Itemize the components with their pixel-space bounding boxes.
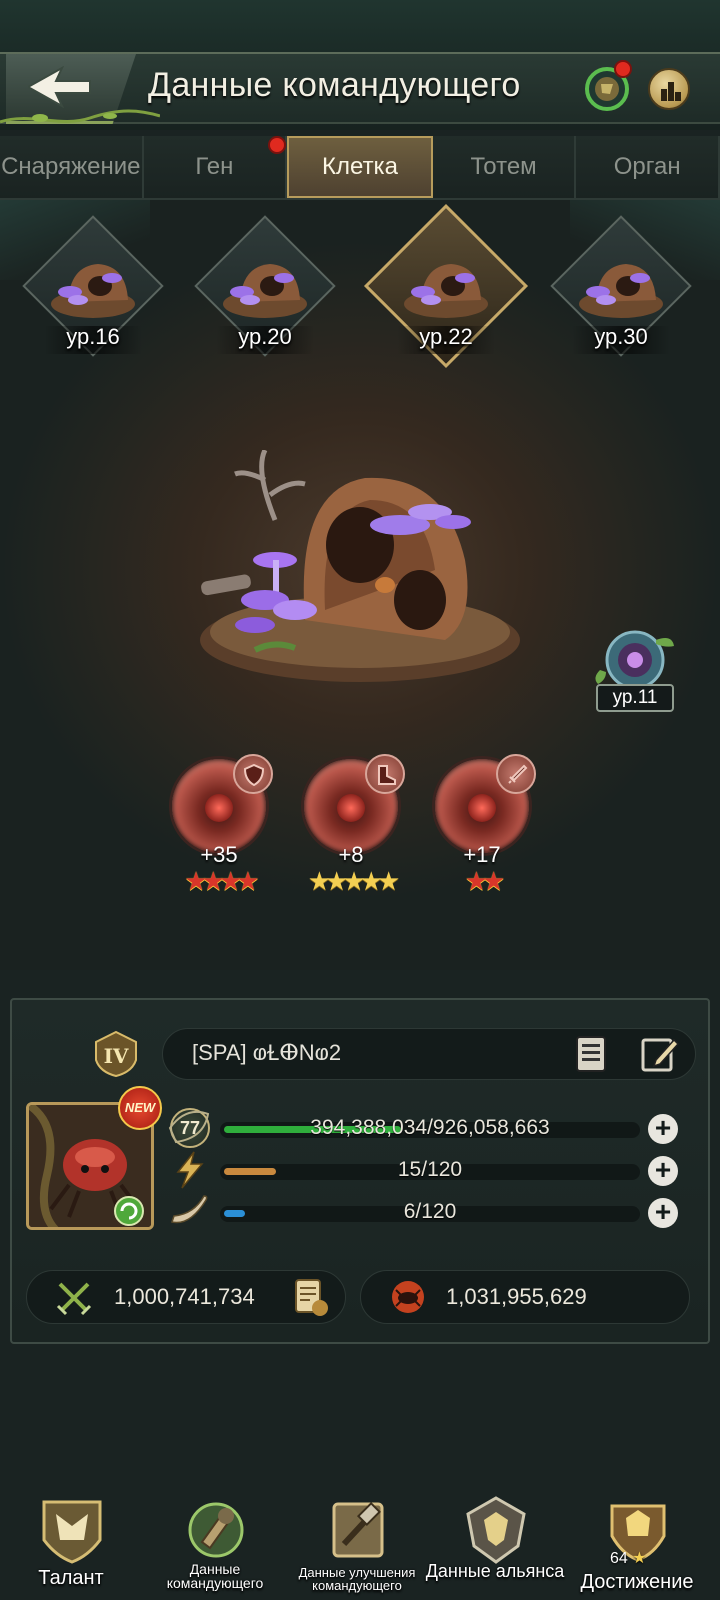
hp-stat-row: 394,388,034/926,058,663 + [220,1114,690,1144]
add-horn-button[interactable]: + [648,1198,678,1228]
organ-orb-icon [595,630,674,690]
mushroom-nest-icon [579,264,663,318]
gem-stars: ★★ [464,866,506,896]
slot-level: ур.20 [238,324,292,349]
nav-commander-data[interactable]: Данные командующего [150,1496,280,1600]
gem-bonus: +8 [338,842,364,867]
energy-value: 15/120 [397,1158,463,1181]
horn-icon [171,1195,208,1224]
gem-core [337,794,365,822]
sword-icon [496,754,536,794]
boot-icon [365,754,405,794]
talent-crest-icon [42,1500,102,1564]
cell-slot-selected[interactable]: ур.22 [363,203,529,384]
cell-slot[interactable]: ур.20 [194,215,336,384]
slot-level: ур.16 [66,324,120,349]
lightning-icon [176,1151,204,1189]
energy-stat-row: 15/120 + [220,1156,690,1186]
nav-label: Данные альянса [425,1561,565,1581]
gem-core [205,794,233,822]
power-details-scroll-button[interactable] [290,1276,330,1318]
new-badge: NEW [118,1086,162,1130]
category-tabs: Снаряжение Ген Клетка Тотем Орган [0,136,720,200]
cell-nest-illustration [200,450,520,682]
gem-slot[interactable]: +8 ★★★★★ [297,754,405,906]
horn-value: 6/120 [403,1200,457,1223]
kills-value: 1,031,955,629 [446,1284,587,1309]
cell-scene: ур.16 ур.20 ур.22 ур.30 ур.11 +35 ★★★★ +… [0,200,720,970]
notification-dot [614,60,632,78]
tab-totem[interactable]: Тотем [432,136,577,198]
slot-level: ур.30 [594,324,648,349]
tab-gene[interactable]: Ген [143,136,288,198]
mushroom-nest-icon [404,264,488,318]
add-hp-button[interactable]: + [648,1114,678,1144]
gem-stars: ★★★★ [184,866,259,896]
add-energy-button[interactable]: + [648,1156,678,1186]
kills-ant-icon [392,1281,424,1313]
mushroom-nest-icon [223,264,307,318]
cell-slot[interactable]: ур.16 [22,215,164,384]
nav-alliance-data[interactable]: Данные альянса [426,1496,564,1600]
tab-cell[interactable]: Клетка [287,136,433,198]
horn-stat-row: 6/120 + [220,1198,690,1228]
shield-icon [233,754,273,794]
leaf-icon [168,1110,210,1144]
ranking-button[interactable] [648,68,690,110]
back-arrow-icon [28,66,91,108]
organ-badge[interactable]: ур.11 [592,630,678,722]
achievement-count: 64 ★ [610,1550,647,1567]
nav-label: Достижение [580,1571,694,1593]
nav-label: Талант [38,1567,104,1589]
mushroom-nest-icon [51,264,135,318]
slot-level: ур.22 [419,324,473,349]
alliance-shield-icon [466,1496,526,1564]
nav-upgrade-data[interactable]: Данные улучшения командующего [292,1496,422,1600]
tab-equipment[interactable]: Снаряжение [0,136,144,198]
power-value: 1,000,741,734 [114,1284,255,1309]
commander-data-icon [188,1502,244,1558]
organ-level: ур.11 [596,684,674,712]
bar-chart-icon [661,82,681,101]
edit-name-button[interactable] [640,1034,680,1074]
svg-text:IV: IV [104,1044,129,1068]
vine-decoration-icon [0,109,160,124]
nav-label: Данные улучшения командующего [298,1565,416,1593]
gem-core [468,794,496,822]
rank-emblem-icon: IV [95,1030,137,1078]
hammer-upgrade-icon [332,1501,384,1558]
hp-value: 394,388,034/926,058,663 [310,1116,550,1139]
commander-name: [SPA] ⱷⱢⴲNⱷ2 [192,1040,342,1065]
gem-bonus: +17 [463,842,501,867]
gem-bonus: +35 [200,842,238,867]
gem-slot[interactable]: +17 ★★ [428,754,536,906]
nav-label: Данные командующего [166,1561,264,1591]
cell-slot[interactable]: ур.30 [550,215,692,384]
crossed-swords-icon [56,1282,92,1316]
page-title: Данные командующего [148,66,521,104]
gem-slot[interactable]: +35 ★★★★ [165,754,273,906]
nav-talent[interactable]: Талант [6,1496,136,1600]
tab-organ[interactable]: Орган [576,136,720,198]
nav-achievement[interactable]: 64 ★ Достижение [572,1496,702,1600]
gene-notification-dot [268,136,286,154]
details-list-button[interactable] [572,1034,612,1074]
gem-stars: ★★★★★ [307,866,401,896]
